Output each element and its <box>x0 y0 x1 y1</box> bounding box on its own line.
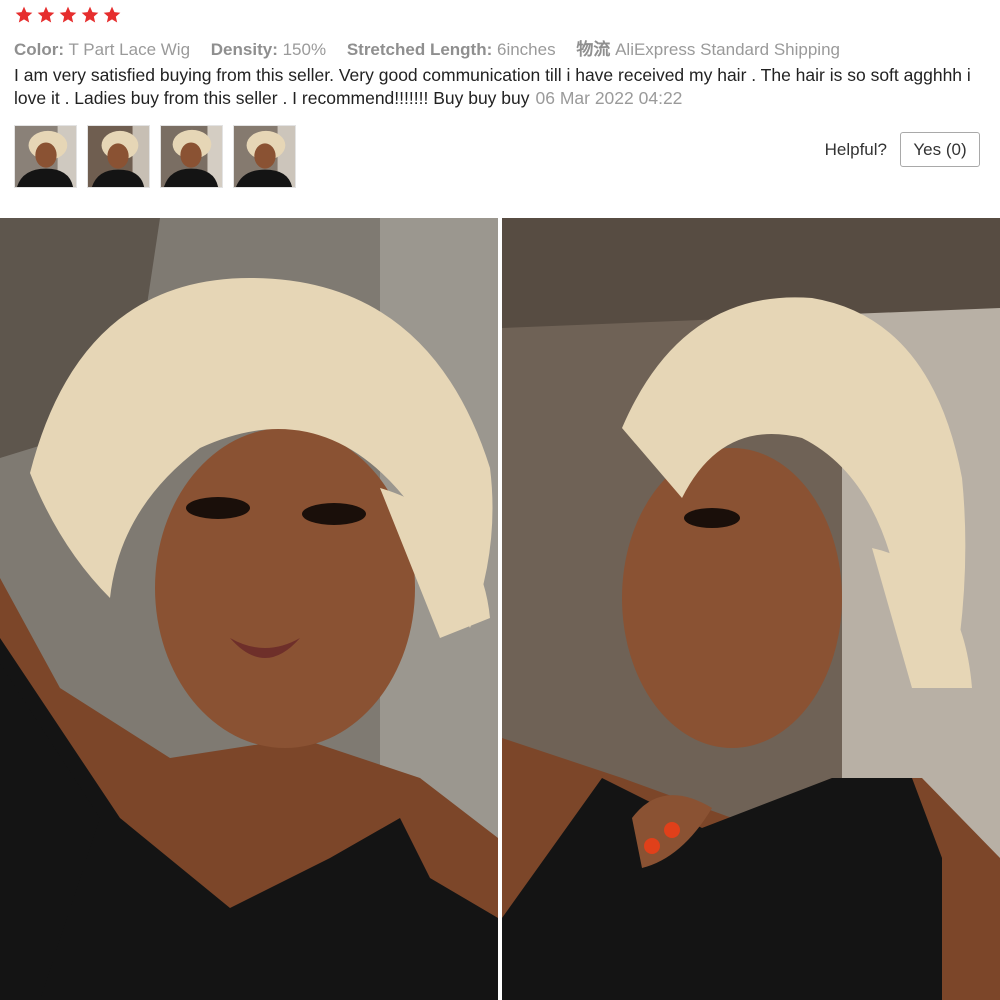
review-thumbnail[interactable] <box>87 125 150 188</box>
attribute-density: Density: 150% <box>211 40 326 59</box>
review-thumbnails <box>14 125 296 188</box>
star-icon <box>59 6 77 23</box>
review-text: I am very satisfied buying from this sel… <box>14 65 971 108</box>
review-photo[interactable] <box>502 218 1000 1000</box>
star-icon <box>15 6 33 23</box>
star-icon <box>37 6 55 23</box>
review-thumbnail[interactable] <box>233 125 296 188</box>
attribute-shipping: 物流 AliExpress Standard Shipping <box>576 40 840 59</box>
star-icon <box>103 6 121 23</box>
review-comment: I am very satisfied buying from this sel… <box>14 64 974 110</box>
attribute-value: 150% <box>282 40 327 59</box>
review-thumbnail[interactable] <box>160 125 223 188</box>
attribute-label: Color: <box>14 40 65 59</box>
attribute-stretched-length: Stretched Length: 6inches <box>347 40 556 59</box>
star-icon <box>81 6 99 23</box>
attribute-label: Stretched Length: <box>346 40 493 59</box>
helpful-label: Helpful? <box>824 139 887 159</box>
review-photos <box>0 218 1000 1000</box>
helpful-vote: Helpful? Yes (0) <box>825 132 980 167</box>
attribute-value: T Part Lace Wig <box>68 40 191 59</box>
review-thumbnail[interactable] <box>14 125 77 188</box>
review-date: 06 Mar 2022 04:22 <box>535 88 683 108</box>
review-card: Color: T Part Lace Wig Density: 150% Str… <box>0 0 1000 218</box>
attribute-label: 物流 <box>576 40 611 59</box>
attribute-color: Color: T Part Lace Wig <box>14 40 190 59</box>
attribute-value: 6inches <box>497 40 556 59</box>
attribute-value: AliExpress Standard Shipping <box>615 40 840 59</box>
review-attributes: Color: T Part Lace Wig Density: 150% Str… <box>14 35 856 60</box>
rating-stars <box>14 5 122 25</box>
review-photo[interactable] <box>0 218 498 1000</box>
attribute-label: Density: <box>210 40 278 59</box>
helpful-yes-button[interactable]: Yes (0) <box>900 132 980 167</box>
